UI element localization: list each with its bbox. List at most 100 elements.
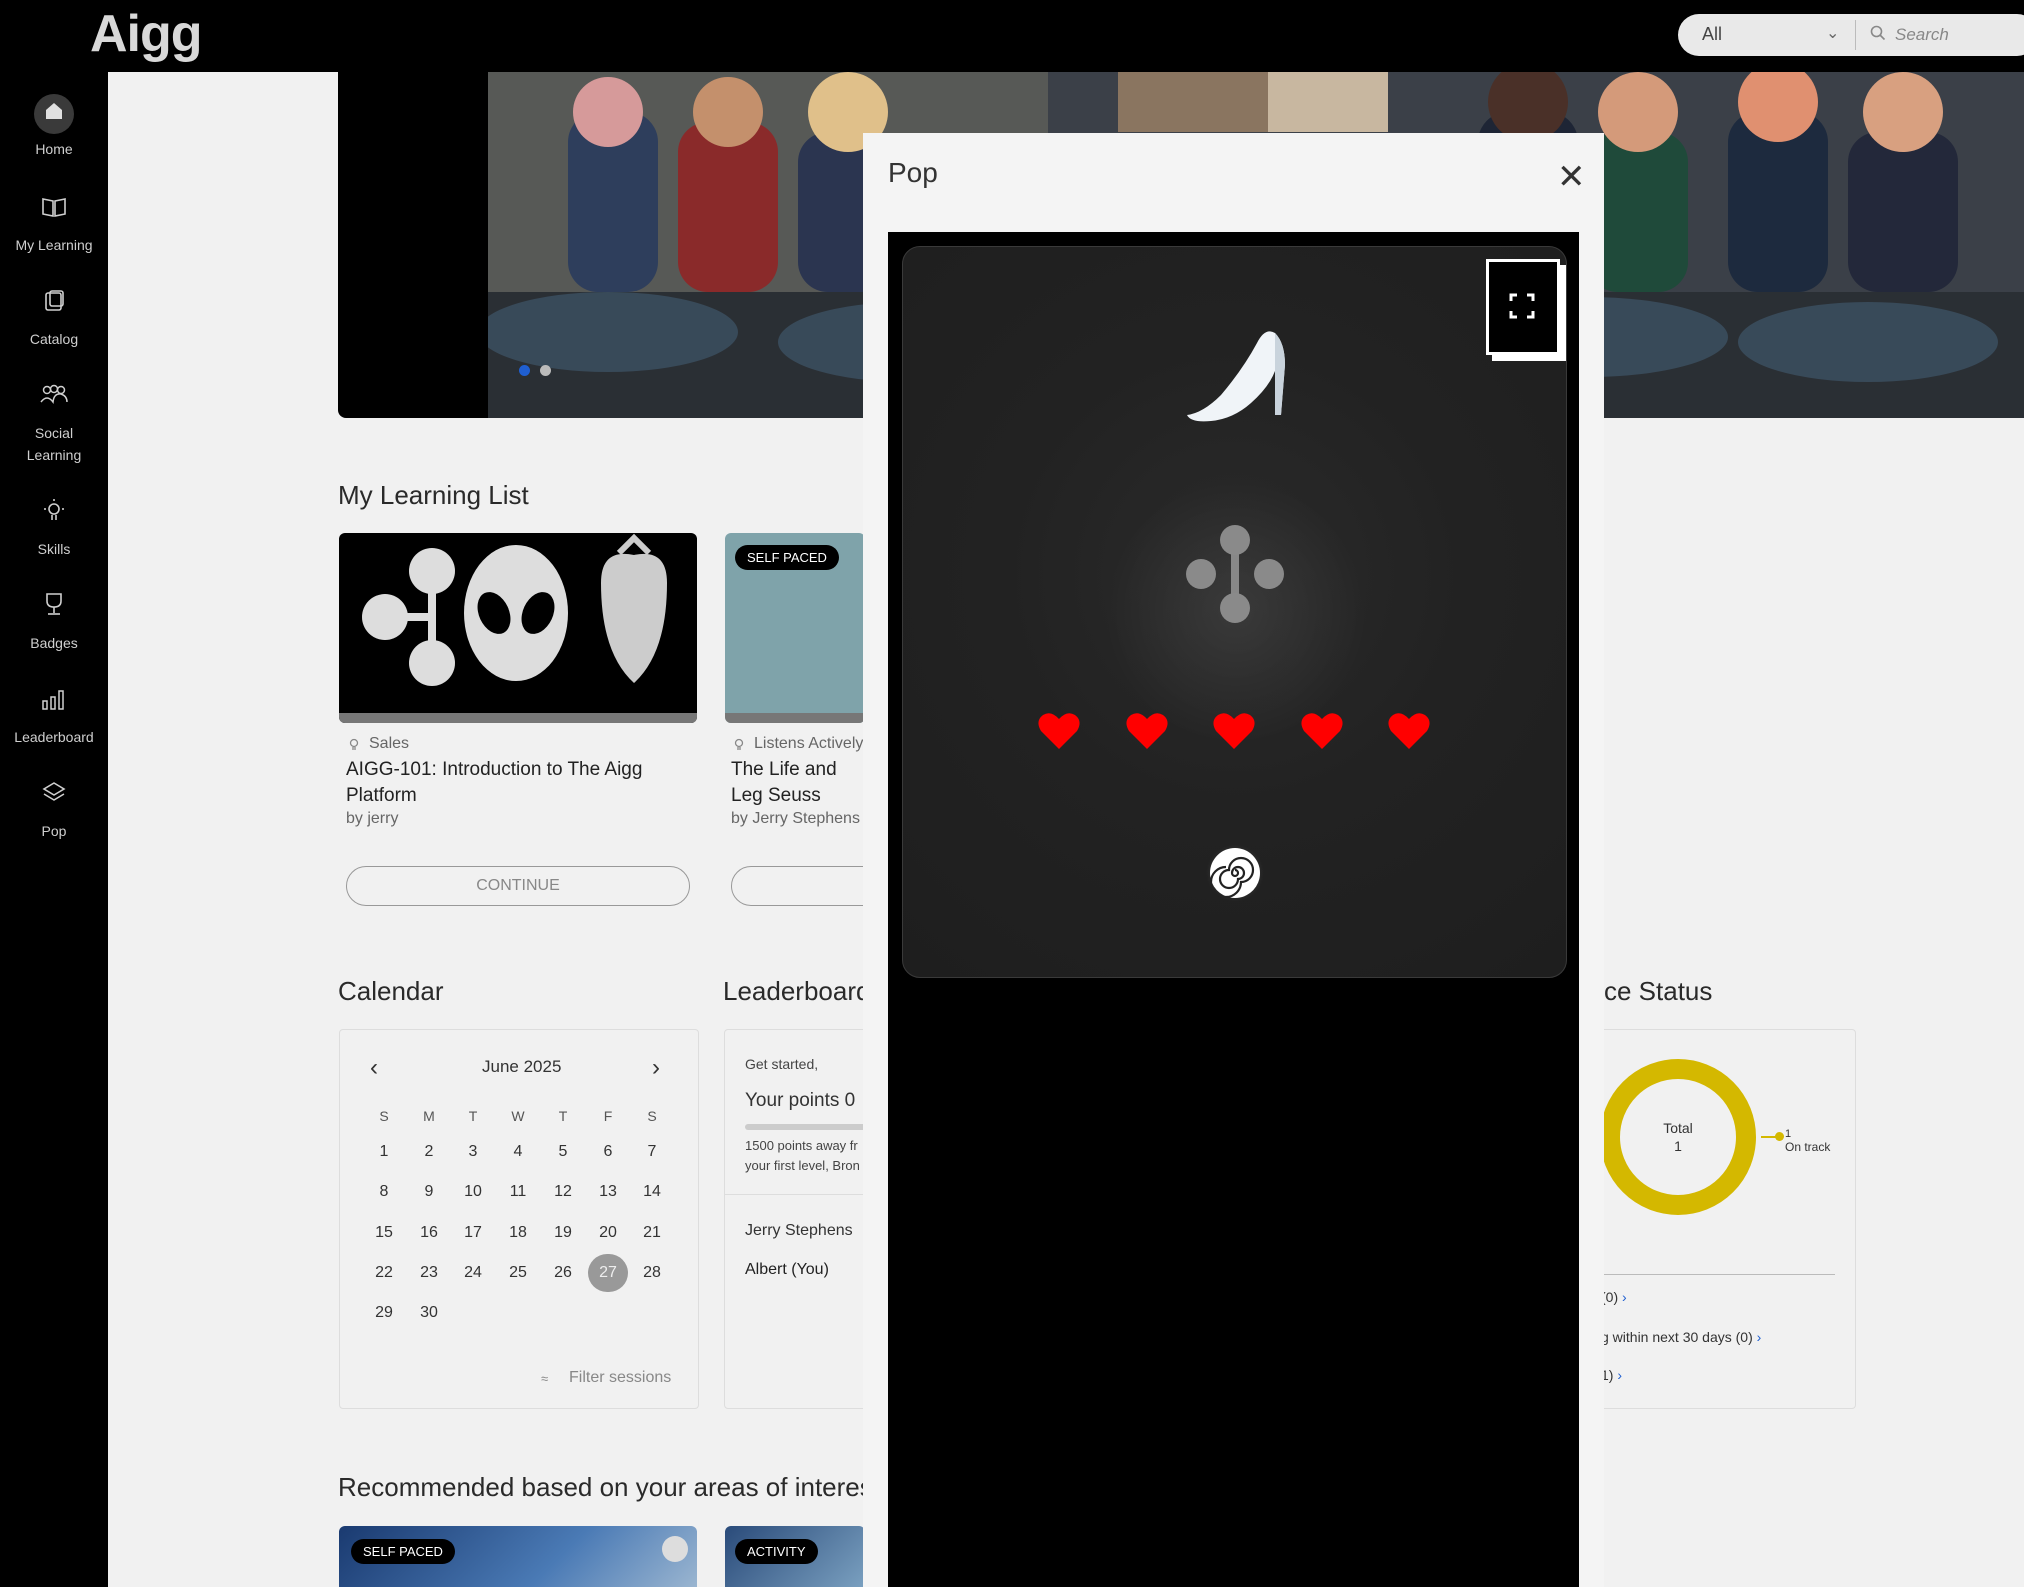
self-paced-badge: SELF PACED <box>351 1539 455 1564</box>
heart-icon <box>1213 713 1255 749</box>
sidebar-item-label: My Learning <box>15 237 93 253</box>
leaderboard-title: Leaderboard <box>723 976 871 1006</box>
sidebar-item-home[interactable]: Home <box>0 94 108 160</box>
trophy-icon <box>34 588 74 628</box>
sidebar-item-label: Social Learning <box>26 425 82 463</box>
calendar-day[interactable]: 26 <box>543 1264 583 1282</box>
spiral-icon <box>1209 848 1260 899</box>
chevron-down-icon[interactable]: ⌄ <box>1826 23 1839 43</box>
calendar-day[interactable]: 22 <box>364 1264 404 1282</box>
sidebar-item-label: Leaderboard <box>14 729 94 745</box>
compliance-link[interactable]: 1) › <box>1601 1367 1622 1383</box>
filter-icon: ≈ <box>541 1371 549 1386</box>
learning-card-thumbnail[interactable] <box>339 533 697 723</box>
calendar-day[interactable]: 25 <box>498 1264 538 1282</box>
people-icon <box>34 378 74 418</box>
sidebar-item-my-learning[interactable]: My Learning <box>0 190 108 256</box>
search-scope-select[interactable]: All <box>1702 24 1722 45</box>
search-divider <box>1855 20 1856 50</box>
calendar-day[interactable]: 30 <box>409 1304 449 1322</box>
app-logo[interactable]: Aigg <box>90 4 203 64</box>
sidebar-item-catalog[interactable]: Catalog <box>0 284 108 350</box>
continue-button[interactable]: CONTINUE <box>346 866 690 906</box>
compliance-panel: Total 1 1 On track (0) › g within next 3… <box>1560 1029 1856 1409</box>
calendar-day[interactable]: 18 <box>498 1224 538 1242</box>
donut-ring <box>1600 1059 1756 1215</box>
card-author: by jerry <box>346 810 399 827</box>
book-icon <box>34 190 74 230</box>
sidebar-item-badges[interactable]: Badges <box>0 588 108 654</box>
legend-value: 1 <box>1785 1128 1792 1140</box>
search-input[interactable]: Search <box>1895 25 1949 45</box>
sidebar-item-skills[interactable]: Skills <box>0 494 108 560</box>
legend-dot <box>1775 1132 1784 1141</box>
calendar-day[interactable]: 24 <box>453 1264 493 1282</box>
lightbulb-icon <box>349 738 359 750</box>
heart-icon <box>1125 713 1168 749</box>
calendar-month: June 2025 <box>482 1057 562 1076</box>
calendar-day[interactable]: 29 <box>364 1304 404 1322</box>
sidebar-item-social-learning[interactable]: Social Learning <box>0 378 108 466</box>
sidebar-item-pop[interactable]: Pop <box>0 776 108 842</box>
heart-icon <box>1038 713 1080 749</box>
leaderboard-note: 1500 points away fr <box>745 1138 858 1153</box>
card-action-button[interactable] <box>731 866 883 906</box>
calendar-day[interactable]: 6 <box>588 1143 628 1161</box>
weekday-label: M <box>423 1108 435 1124</box>
calendar-day[interactable]: 8 <box>364 1183 404 1201</box>
fullscreen-button[interactable] <box>1486 259 1560 355</box>
calendar-day[interactable]: 21 <box>632 1224 672 1242</box>
calendar-day[interactable]: 13 <box>588 1183 628 1201</box>
card-title[interactable]: The Life and Leg Seuss Geisel <box>731 757 863 809</box>
modal-title: Pop <box>888 157 938 188</box>
calendar-day[interactable]: 14 <box>632 1183 672 1201</box>
weekday-label: T <box>558 1108 568 1124</box>
close-icon[interactable]: ✕ <box>1557 157 1586 197</box>
calendar-day[interactable]: 4 <box>498 1143 538 1161</box>
calendar-day[interactable]: 28 <box>632 1264 672 1282</box>
calendar-day[interactable]: 11 <box>498 1183 538 1201</box>
game-canvas[interactable] <box>902 246 1567 978</box>
compliance-link[interactable]: (0) › <box>1601 1289 1627 1305</box>
lightbulb-icon <box>34 494 74 534</box>
bookmark-icon[interactable] <box>662 1536 688 1562</box>
leaderboard-user-self: Albert (You) <box>745 1261 829 1278</box>
compliance-title: ce Status <box>1604 976 1713 1006</box>
calendar-day[interactable]: 1 <box>364 1143 404 1161</box>
chevron-left-icon[interactable]: ‹ <box>370 1054 378 1082</box>
compliance-donut <box>1600 1059 1756 1215</box>
home-icon <box>34 94 74 134</box>
calendar-day[interactable]: 12 <box>543 1183 583 1201</box>
leaderboard-user: Jerry Stephens <box>745 1222 853 1239</box>
calendar-day[interactable]: 2 <box>409 1143 449 1161</box>
calendar-day[interactable]: 15 <box>364 1224 404 1242</box>
carousel-dot[interactable] <box>540 365 551 376</box>
calendar-day[interactable]: 20 <box>588 1224 628 1242</box>
activity-badge: ACTIVITY <box>735 1539 818 1564</box>
calendar-day[interactable]: 5 <box>543 1143 583 1161</box>
carousel-dot-active[interactable] <box>519 365 530 376</box>
sidebar-item-leaderboard[interactable]: Leaderboard <box>0 682 108 748</box>
calendar-panel <box>339 1029 699 1409</box>
calendar-day-selected[interactable]: 27 <box>588 1254 628 1292</box>
sidebar: Home My Learning Catalog Social Learning… <box>0 72 108 1587</box>
calendar-day[interactable]: 17 <box>453 1224 493 1242</box>
filter-sessions-button[interactable]: Filter sessions <box>569 1369 671 1387</box>
weekday-label: S <box>647 1108 657 1124</box>
calendar-day[interactable]: 9 <box>409 1183 449 1201</box>
calendar-day[interactable]: 16 <box>409 1224 449 1242</box>
calendar-day[interactable]: 19 <box>543 1224 583 1242</box>
calendar-day[interactable]: 23 <box>409 1264 449 1282</box>
chevron-right-icon[interactable]: › <box>652 1054 660 1082</box>
calendar-day[interactable]: 3 <box>453 1143 493 1161</box>
heart-icon <box>1388 713 1430 749</box>
fullscreen-icon <box>1509 293 1535 319</box>
calendar-day[interactable]: 10 <box>453 1183 493 1201</box>
sidebar-item-label: Pop <box>41 823 67 839</box>
compliance-link[interactable]: g within next 30 days (0) › <box>1601 1329 1761 1345</box>
donut-total-value: 1 <box>1674 1138 1682 1154</box>
card-title[interactable]: AIGG-101: Introduction to The Aigg Platf… <box>346 757 686 809</box>
sidebar-item-label: Catalog <box>29 331 79 347</box>
calendar-day[interactable]: 7 <box>632 1143 672 1161</box>
card-skill: Sales <box>369 735 410 752</box>
